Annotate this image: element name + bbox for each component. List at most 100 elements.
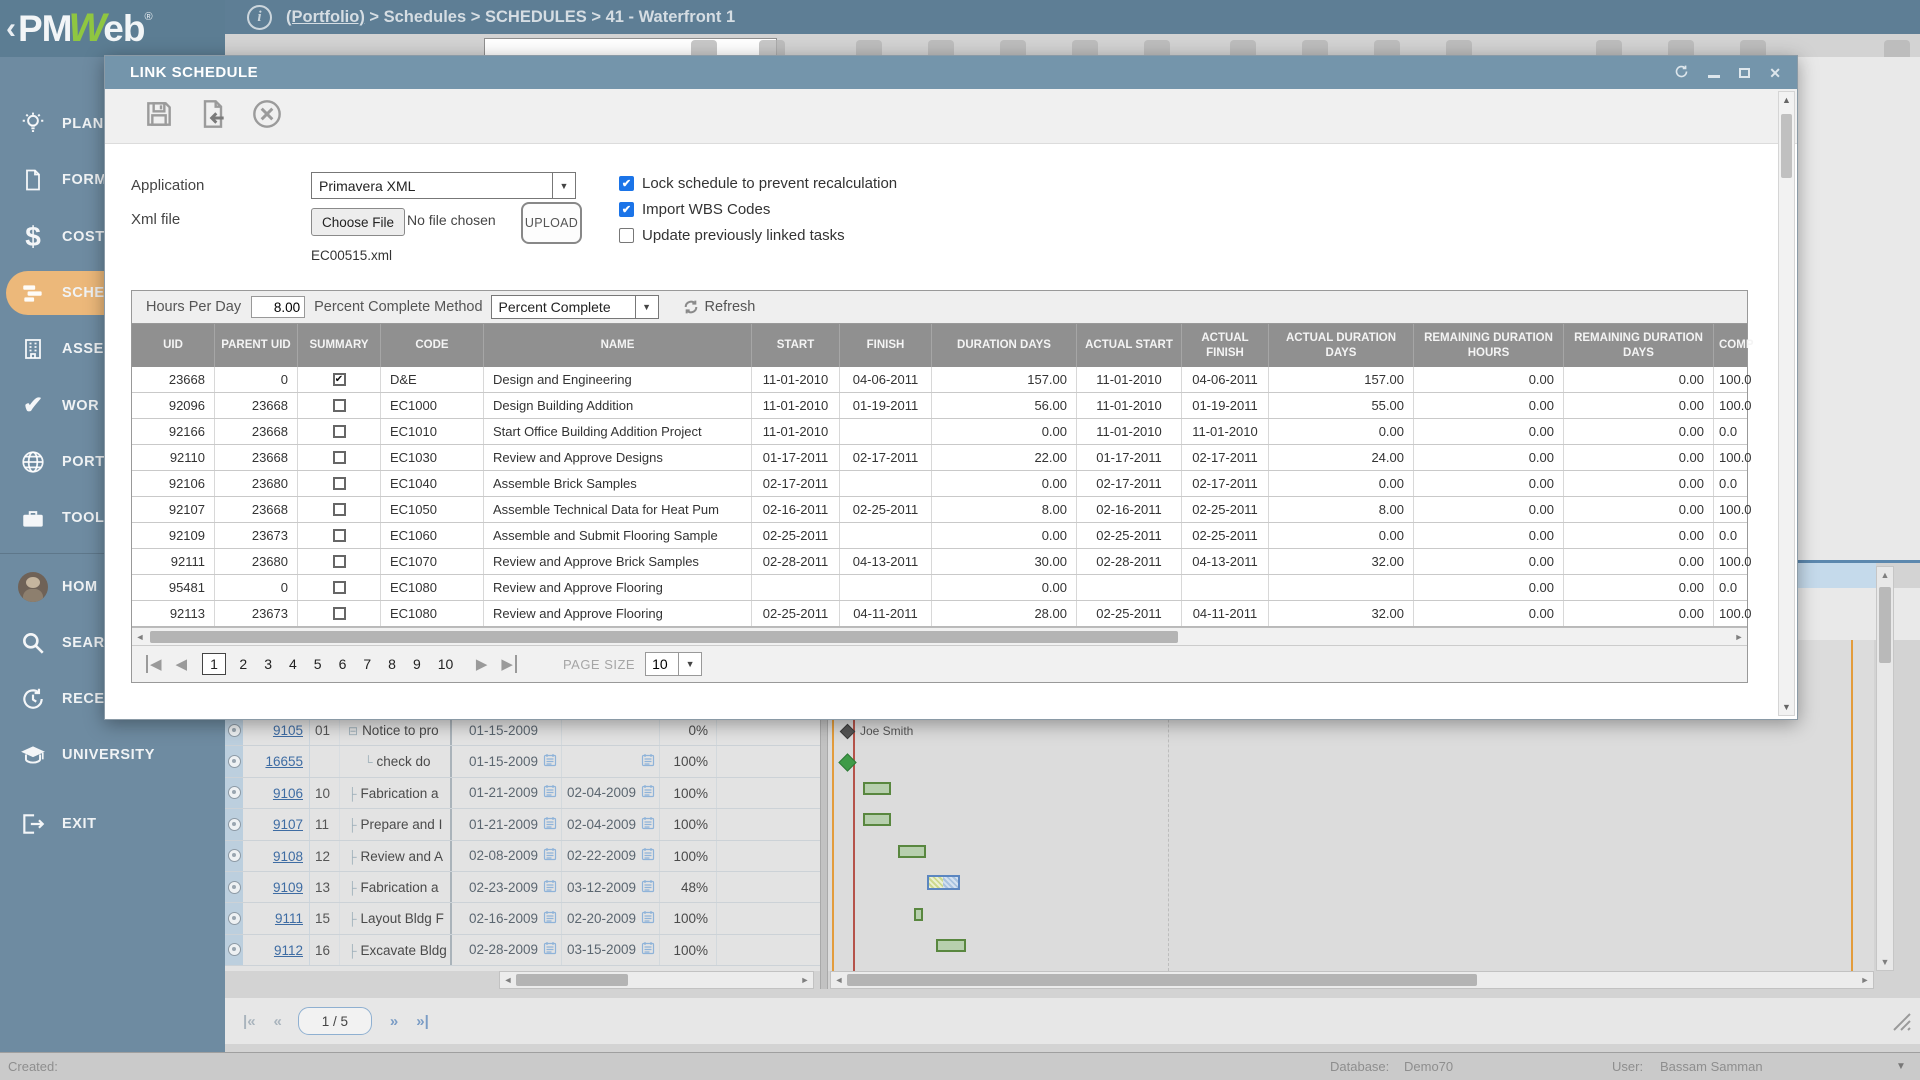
column-header[interactable]: ACTUAL START (1077, 324, 1182, 367)
page-number[interactable]: 9 (413, 656, 421, 672)
chevron-down-icon[interactable]: ▼ (679, 652, 702, 676)
page-number[interactable]: 6 (339, 656, 347, 672)
summary-checkbox[interactable] (333, 451, 346, 464)
upload-button[interactable]: UPLOAD (521, 202, 582, 244)
last-page-icon[interactable]: ▶ (501, 655, 517, 673)
sync-icon[interactable] (1674, 64, 1689, 81)
column-header[interactable]: UID (132, 324, 215, 367)
breadcrumb-schedules[interactable]: Schedules (384, 8, 467, 26)
scroll-left-icon[interactable]: ◄ (831, 975, 847, 985)
calendar-icon[interactable] (641, 847, 655, 864)
gantt-bar-in-progress[interactable] (927, 875, 960, 890)
column-header[interactable]: CODE (381, 324, 484, 367)
gantt-horizontal-scrollbar[interactable]: ◄ ► (830, 971, 1874, 989)
sidebar-item-university[interactable]: UNIVERSITY (0, 733, 225, 777)
save-icon[interactable] (143, 98, 175, 135)
checkbox-checked-icon[interactable] (619, 202, 634, 217)
schedule-grid-row[interactable]: 9111 15 ├Layout Bldg F 02-16-2009 02-20-… (225, 903, 820, 934)
table-row[interactable]: 92107 23668 EC1050 Assemble Technical Da… (132, 497, 1747, 523)
calendar-icon[interactable] (641, 941, 655, 958)
calendar-icon[interactable] (641, 753, 655, 770)
last-page-icon[interactable]: »| (416, 1013, 429, 1030)
summary-checkbox[interactable] (333, 607, 346, 620)
schedule-grid-row[interactable]: 9109 13 ├Fabrication a 02-23-2009 03-12-… (225, 872, 820, 903)
scroll-down-icon[interactable]: ▼ (1877, 957, 1893, 967)
column-header[interactable]: NAME (484, 324, 752, 367)
summary-checkbox[interactable] (333, 399, 346, 412)
table-horizontal-scrollbar[interactable]: ◄ ► (132, 627, 1747, 645)
scroll-left-icon[interactable]: ◄ (132, 632, 148, 642)
tree-glyph[interactable]: ├ (348, 787, 357, 801)
column-header[interactable]: PARENT UID (215, 324, 298, 367)
schedule-grid-row[interactable]: 9107 11 ├Prepare and I 01-21-2009 02-04-… (225, 809, 820, 840)
tree-glyph[interactable]: └ (364, 755, 373, 769)
column-header[interactable]: SUMMARY (298, 324, 381, 367)
first-page-icon[interactable]: |« (243, 1013, 256, 1030)
calendar-icon[interactable] (543, 816, 557, 833)
column-header[interactable]: ACTUAL DURATION DAYS (1269, 324, 1414, 367)
task-id-link[interactable]: 16655 (243, 746, 310, 776)
gantt-bar[interactable] (863, 782, 891, 795)
table-row[interactable]: 92166 23668 EC1010 Start Office Building… (132, 419, 1747, 445)
row-radio-button[interactable] (228, 786, 241, 799)
tree-glyph[interactable]: ├ (348, 944, 357, 958)
cancel-icon[interactable] (251, 98, 283, 135)
refresh-button[interactable]: Refresh (683, 299, 756, 315)
table-row[interactable]: 92113 23673 EC1080 Review and Approve Fl… (132, 601, 1747, 627)
dialog-title-bar[interactable]: LINK SCHEDULE (105, 56, 1797, 89)
page-number[interactable]: 8 (388, 656, 396, 672)
scrollbar-thumb[interactable] (847, 974, 1477, 986)
checkbox-checked-icon[interactable] (619, 176, 634, 191)
column-header[interactable]: COMP (1714, 324, 1778, 367)
task-id-link[interactable]: 9107 (243, 809, 310, 839)
task-id-link[interactable]: 9109 (243, 872, 310, 902)
column-header[interactable]: FINISH (840, 324, 932, 367)
scroll-up-icon[interactable]: ▲ (1877, 570, 1893, 580)
column-header[interactable]: DURATION DAYS (932, 324, 1077, 367)
prev-page-icon[interactable]: ◀ (176, 655, 188, 673)
maximize-icon[interactable] (1739, 68, 1750, 78)
page-size-input[interactable] (645, 652, 679, 676)
gantt-vertical-scrollbar[interactable]: ▲ ▼ (1876, 566, 1894, 971)
table-row[interactable]: 23668 0 D&E Design and Engineering 11-01… (132, 367, 1747, 393)
scroll-right-icon[interactable]: ► (1731, 632, 1747, 642)
grid-horizontal-scrollbar[interactable]: ◄ ► (499, 971, 814, 989)
calendar-icon[interactable] (543, 910, 557, 927)
table-row[interactable]: 92109 23673 EC1060 Assemble and Submit F… (132, 523, 1747, 549)
next-page-icon[interactable]: ▶ (476, 655, 488, 673)
summary-checkbox[interactable] (333, 503, 346, 516)
breadcrumb-portfolio-link[interactable]: (Portfolio) (286, 8, 365, 26)
scrollbar-thumb[interactable] (1879, 587, 1891, 663)
gantt-bar[interactable] (863, 813, 891, 826)
task-id-link[interactable]: 9108 (243, 841, 310, 871)
tree-glyph[interactable]: ├ (348, 818, 357, 832)
page-indicator[interactable]: 1 / 5 (298, 1007, 372, 1035)
scroll-down-icon[interactable]: ▼ (1779, 702, 1794, 712)
page-number[interactable]: 4 (289, 656, 297, 672)
tree-glyph[interactable]: ├ (348, 850, 357, 864)
table-row[interactable]: 92110 23668 EC1030 Review and Approve De… (132, 445, 1747, 471)
calendar-icon[interactable] (543, 784, 557, 801)
scrollbar-thumb[interactable] (150, 631, 1178, 643)
breadcrumb-schedules-caps[interactable]: SCHEDULES (485, 8, 587, 26)
resize-grip-icon[interactable] (1888, 1008, 1912, 1032)
row-radio-button[interactable] (228, 818, 241, 831)
tree-glyph[interactable]: ├ (348, 881, 357, 895)
scroll-right-icon[interactable]: ► (1857, 975, 1873, 985)
summary-checkbox[interactable] (333, 373, 346, 386)
update-linked-tasks-checkbox[interactable]: Update previously linked tasks (619, 225, 845, 245)
next-page-icon[interactable]: » (390, 1013, 398, 1030)
table-row[interactable]: 95481 0 EC1080 Review and Approve Floori… (132, 575, 1747, 601)
gantt-bar[interactable] (914, 908, 923, 921)
summary-checkbox[interactable] (333, 555, 346, 568)
page-number[interactable]: 1 (202, 653, 226, 675)
page-number[interactable]: 3 (264, 656, 272, 672)
chevron-down-icon[interactable]: ▼ (635, 296, 658, 318)
page-number[interactable]: 7 (363, 656, 371, 672)
dialog-vertical-scrollbar[interactable]: ▲ ▼ (1778, 91, 1795, 716)
toolbar-icon[interactable] (1884, 40, 1910, 57)
minimize-icon[interactable] (1708, 75, 1720, 78)
import-wbs-checkbox[interactable]: Import WBS Codes (619, 199, 770, 219)
summary-checkbox[interactable] (333, 425, 346, 438)
first-page-icon[interactable]: ◀ (146, 655, 162, 673)
